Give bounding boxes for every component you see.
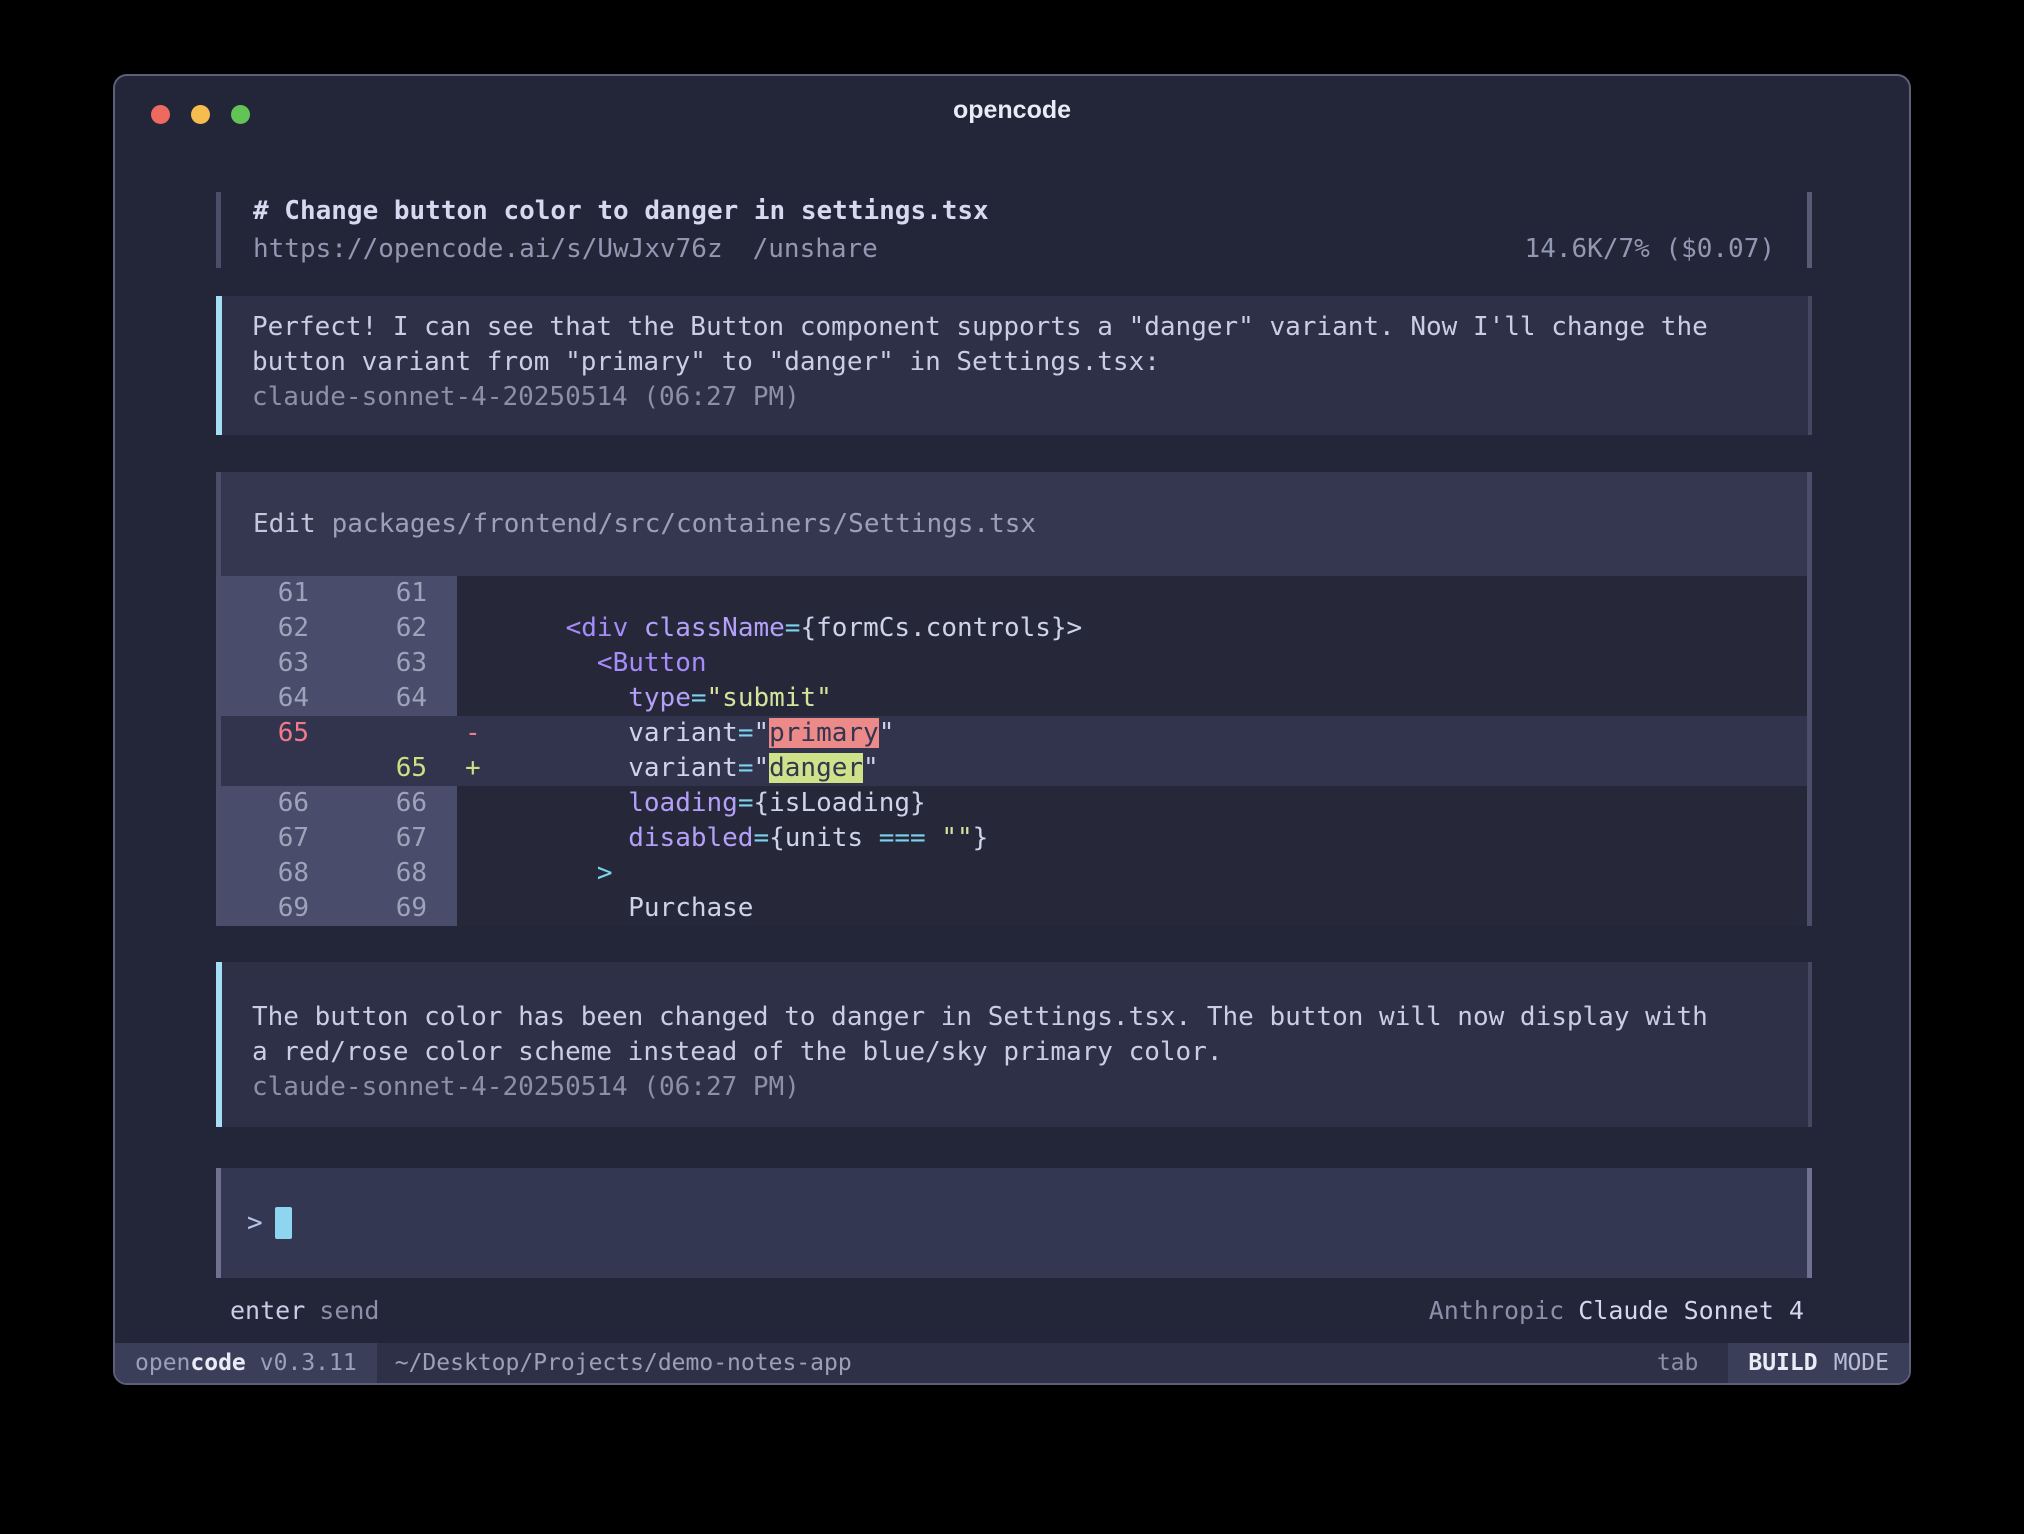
- session-subheader: https://opencode.ai/s/UwJxv76z /unshare …: [253, 230, 1807, 268]
- opencode-terminal-window: opencode # Change button color to danger…: [113, 74, 1911, 1385]
- diff-row: 65- variant="primary": [221, 716, 1807, 751]
- working-directory: ~/Desktop/Projects/demo-notes-app: [395, 1343, 852, 1383]
- diff-row: 6161: [221, 576, 1807, 611]
- mode-rest-label: MODE: [1834, 1350, 1889, 1376]
- app-version-chip: opencode v0.3.11: [115, 1343, 377, 1383]
- edit-tool-header: Edit packages/frontend/src/containers/Se…: [221, 472, 1807, 576]
- diff-code-line: variant="danger": [503, 751, 879, 786]
- edit-file-path: packages/frontend/src/containers/Setting…: [332, 507, 1036, 542]
- diff-row: 6464 type="submit": [221, 681, 1807, 716]
- close-button[interactable]: [151, 105, 170, 124]
- brand-open-label: open: [135, 1350, 190, 1376]
- tab-key-hint: tab: [1657, 1343, 1699, 1383]
- model-name-label: Claude Sonnet 4: [1578, 1296, 1804, 1325]
- window-titlebar: opencode: [115, 76, 1909, 144]
- diff-code-line: type="submit": [503, 681, 832, 716]
- diff-code-line: <Button: [503, 646, 707, 681]
- unshare-command[interactable]: /unshare: [753, 230, 878, 268]
- diff-code-line: loading={isLoading}: [503, 786, 926, 821]
- provider-label: Anthropic: [1429, 1296, 1564, 1325]
- prompt-input[interactable]: >: [216, 1168, 1812, 1278]
- diff-row: 6969 Purchase: [221, 891, 1807, 926]
- traffic-lights: [151, 105, 250, 124]
- diff-row: 6666 loading={isLoading}: [221, 786, 1807, 821]
- diff-rows: 61616262 <div className={formCs.controls…: [221, 576, 1807, 926]
- maximize-button[interactable]: [231, 105, 250, 124]
- edit-tool-card: Edit packages/frontend/src/containers/Se…: [216, 472, 1812, 926]
- minimize-button[interactable]: [191, 105, 210, 124]
- diff-code-line: Purchase: [503, 891, 753, 926]
- diff-row: 6363 <Button: [221, 646, 1807, 681]
- token-usage-cost: 14.6K/7% ($0.07): [1525, 230, 1807, 268]
- send-hint: enter send: [230, 1293, 379, 1328]
- assistant-message-text: The button color has been changed to dan…: [252, 1000, 1722, 1070]
- diff-code-line: variant="primary": [503, 716, 894, 751]
- status-bar-right: tab BUILD MODE: [1657, 1343, 1909, 1383]
- model-timestamp: claude-sonnet-4-20250514 (06:27 PM): [252, 380, 1788, 415]
- version-label: v0.3.11: [260, 1350, 357, 1376]
- session-header: # Change button color to danger in setti…: [216, 192, 1812, 268]
- assistant-message: The button color has been changed to dan…: [216, 962, 1812, 1127]
- mode-indicator: BUILD MODE: [1728, 1343, 1909, 1383]
- send-action-label: send: [319, 1296, 379, 1325]
- window-title: opencode: [115, 76, 1909, 144]
- status-bar: opencode v0.3.11 ~/Desktop/Projects/demo-…: [115, 1343, 1909, 1383]
- session-title: # Change button color to danger in setti…: [253, 192, 1807, 230]
- enter-key-hint: enter: [230, 1296, 305, 1325]
- model-indicator: Anthropic Claude Sonnet 4: [1429, 1293, 1804, 1328]
- assistant-message: Perfect! I can see that the Button compo…: [216, 296, 1812, 435]
- diff-code-line: >: [503, 856, 613, 891]
- text-cursor: [275, 1207, 292, 1239]
- diff-code-line: disabled={units === ""}: [503, 821, 988, 856]
- mode-bold-label: BUILD: [1748, 1350, 1817, 1376]
- assistant-message-text: Perfect! I can see that the Button compo…: [252, 310, 1722, 380]
- diff-code-line: <div className={formCs.controls}>: [503, 611, 1082, 646]
- session-column: # Change button color to danger in setti…: [216, 192, 1812, 1328]
- diff-row: 6262 <div className={formCs.controls}>: [221, 611, 1807, 646]
- hint-bar: enter send Anthropic Claude Sonnet 4: [216, 1293, 1812, 1328]
- diff-row: 65+ variant="danger": [221, 751, 1807, 786]
- edit-tool-label: Edit: [253, 507, 316, 542]
- prompt-chevron-icon: >: [247, 1206, 263, 1241]
- model-timestamp: claude-sonnet-4-20250514 (06:27 PM): [252, 1070, 1788, 1105]
- diff-row: 6767 disabled={units === ""}: [221, 821, 1807, 856]
- share-url-link[interactable]: https://opencode.ai/s/UwJxv76z: [253, 230, 723, 268]
- diff-row: 6868 >: [221, 856, 1807, 891]
- brand-code-label: code: [190, 1350, 245, 1376]
- status-bar-left: opencode v0.3.11 ~/Desktop/Projects/demo-…: [115, 1343, 852, 1383]
